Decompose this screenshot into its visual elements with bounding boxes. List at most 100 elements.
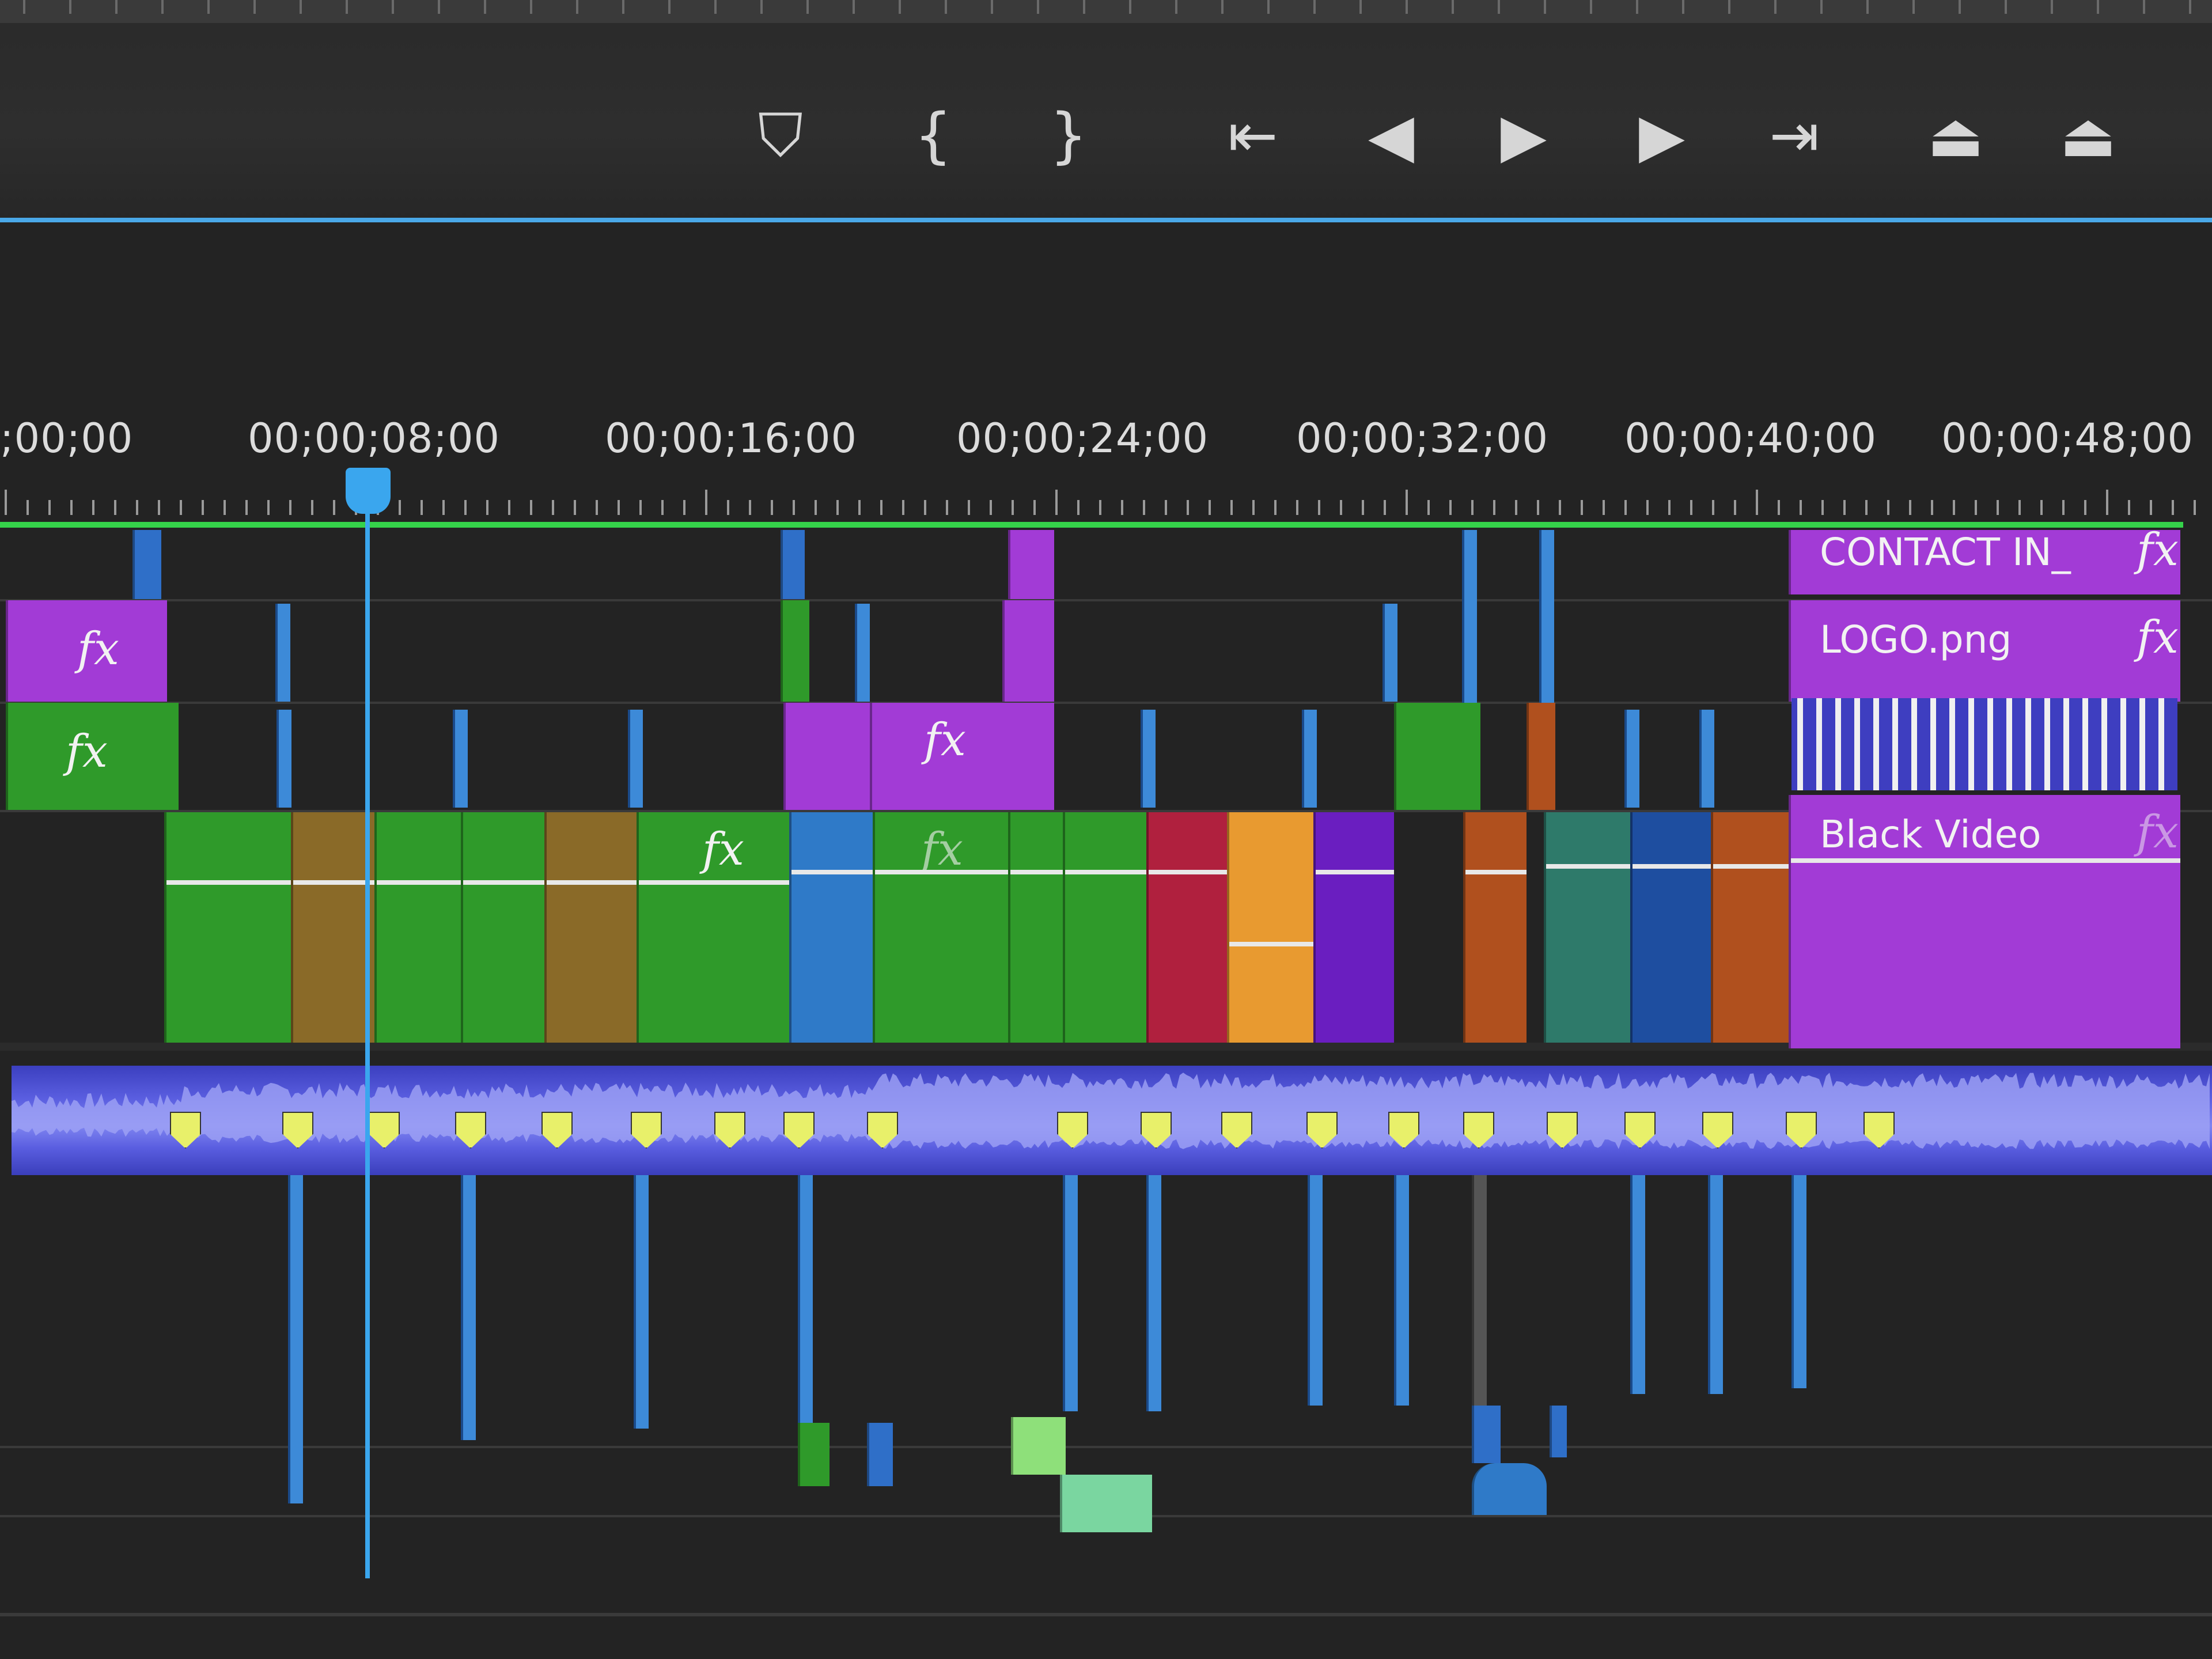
go-to-out-button[interactable]: ⇥ <box>1751 92 1838 179</box>
clip-v1-rust-2[interactable] <box>1711 812 1789 1043</box>
clip-contact[interactable]: CONTACT IN_ fx <box>1789 530 2180 594</box>
clip-v1-violet[interactable] <box>1313 812 1394 1043</box>
clip-v1-brown-2[interactable] <box>544 812 637 1043</box>
clip-v5-small-1[interactable] <box>132 530 161 599</box>
audio-edit-stick[interactable] <box>1308 1175 1323 1406</box>
clip-v1-fx-green[interactable]: fx <box>637 812 789 1043</box>
clip-black-video[interactable]: Black Video fx <box>1789 795 2180 1048</box>
clip-marker[interactable] <box>1949 698 1955 790</box>
lift-button[interactable]: ⏏ <box>1912 92 1999 179</box>
clip-v1-fx-green-2[interactable]: fx <box>873 812 1008 1043</box>
clip-v4-purple[interactable] <box>1002 600 1054 702</box>
clip-marker[interactable] <box>1987 698 1993 790</box>
audio-clip-mint[interactable] <box>1060 1475 1152 1532</box>
audio-edit-stick[interactable] <box>1791 1175 1806 1388</box>
audio-edit-stick[interactable] <box>1708 1175 1723 1394</box>
audio-clip-green-small[interactable] <box>798 1423 830 1486</box>
mark-out-button[interactable]: } <box>1025 92 1112 179</box>
clip-marker[interactable] <box>1835 698 1841 790</box>
clip-v1-green-1[interactable] <box>164 812 291 1043</box>
clip-marker[interactable] <box>1797 698 1803 790</box>
audio-edit-stick[interactable] <box>1630 1175 1645 1394</box>
playhead-handle[interactable] <box>346 468 391 514</box>
clip-v1-red[interactable] <box>1146 812 1227 1043</box>
opacity-line <box>1465 870 1527 874</box>
audio-clip-lightgreen[interactable] <box>1011 1417 1066 1475</box>
clip-v1-rust-1[interactable] <box>1463 812 1527 1043</box>
clip-v1-blue-1[interactable] <box>789 812 873 1043</box>
clip-marker[interactable] <box>2101 698 2107 790</box>
clip-logo[interactable]: LOGO.png fx <box>1789 600 2180 702</box>
clip-v1-navy[interactable] <box>1630 812 1711 1043</box>
edit-stick[interactable] <box>1141 710 1156 808</box>
edit-stick[interactable] <box>1462 530 1477 703</box>
edit-stick[interactable] <box>1539 530 1554 703</box>
audio-clip-blue-round[interactable] <box>1472 1463 1547 1515</box>
clip-marker[interactable] <box>1930 698 1936 790</box>
clip-v1-green-5[interactable] <box>1063 812 1146 1043</box>
clip-marker[interactable] <box>1968 698 1974 790</box>
clip-marker-strip[interactable] <box>1791 698 2177 790</box>
clip-marker[interactable] <box>1816 698 1822 790</box>
clip-marker[interactable] <box>2063 698 2069 790</box>
edit-stick[interactable] <box>276 710 291 808</box>
clip-marker[interactable] <box>2158 698 2164 790</box>
audio-clip-blue-b[interactable] <box>1550 1406 1567 1457</box>
clip-marker[interactable] <box>1854 698 1860 790</box>
edit-stick[interactable] <box>628 710 643 808</box>
clip-v3-fx-green[interactable]: fx <box>6 703 179 810</box>
edit-stick[interactable] <box>1382 604 1397 702</box>
audio-clip-blue-a[interactable] <box>1472 1406 1501 1463</box>
clip-v4-fx-purple[interactable]: fx <box>6 600 167 702</box>
clip-marker[interactable] <box>1892 698 1898 790</box>
clip-v3-orange[interactable] <box>1527 703 1555 810</box>
audio-edit-stick[interactable] <box>288 1175 303 1503</box>
clip-marker[interactable] <box>2006 698 2012 790</box>
work-area-bar[interactable] <box>0 522 2183 528</box>
time-ruler[interactable] <box>0 490 2212 515</box>
clip-v3-purple-a[interactable] <box>783 703 870 810</box>
play-button[interactable]: ▶ <box>1480 92 1567 179</box>
clip-marker[interactable] <box>2082 698 2088 790</box>
clip-v1-teal[interactable] <box>1544 812 1630 1043</box>
clip-v5-purple[interactable] <box>1008 530 1054 599</box>
step-back-button[interactable]: ◀ <box>1348 92 1434 179</box>
step-forward-button[interactable]: ▶ <box>1619 92 1705 179</box>
playhead-line[interactable] <box>365 513 370 1578</box>
edit-stick[interactable] <box>855 604 870 702</box>
edit-stick[interactable] <box>1699 710 1714 808</box>
audio-edit-stick[interactable] <box>461 1175 476 1440</box>
clip-v1-brown-1[interactable] <box>291 812 374 1043</box>
add-marker-button[interactable]: ⛉ <box>737 92 824 179</box>
clip-v1-green-3[interactable] <box>461 812 544 1043</box>
clip-marker[interactable] <box>2139 698 2145 790</box>
clip-v1-green-2[interactable] <box>374 812 461 1043</box>
clip-v1-orange[interactable] <box>1227 812 1313 1043</box>
clip-marker[interactable] <box>1873 698 1879 790</box>
clip-marker[interactable] <box>2044 698 2050 790</box>
clip-v1-green-4[interactable] <box>1008 812 1063 1043</box>
audio-edit-stick[interactable] <box>1394 1175 1409 1406</box>
clip-v3-fx-purple[interactable]: fx <box>870 703 1054 810</box>
go-to-in-button[interactable]: ⇤ <box>1210 92 1296 179</box>
edit-stick[interactable] <box>453 710 468 808</box>
opacity-line <box>377 880 461 885</box>
audio-edit-stick[interactable] <box>1146 1175 1161 1411</box>
clip-v5-small-2[interactable] <box>781 530 805 599</box>
top-strip-tick <box>2189 0 2191 14</box>
audio-edit-stick-gray[interactable] <box>1472 1175 1487 1417</box>
audio-edit-stick[interactable] <box>798 1175 813 1423</box>
audio-edit-stick[interactable] <box>1063 1175 1078 1411</box>
edit-stick[interactable] <box>1624 710 1639 808</box>
audio-clip-blue-small[interactable] <box>867 1423 893 1486</box>
edit-stick[interactable] <box>1302 710 1317 808</box>
clip-marker[interactable] <box>2025 698 2031 790</box>
clip-v4-green-small[interactable] <box>781 600 809 702</box>
edit-stick[interactable] <box>275 604 290 702</box>
clip-marker[interactable] <box>2120 698 2126 790</box>
mark-in-button[interactable]: { <box>890 92 976 179</box>
extract-button[interactable]: ⏏ <box>2045 92 2131 179</box>
clip-v3-green[interactable] <box>1394 703 1480 810</box>
audio-edit-stick[interactable] <box>634 1175 649 1429</box>
clip-marker[interactable] <box>1911 698 1917 790</box>
